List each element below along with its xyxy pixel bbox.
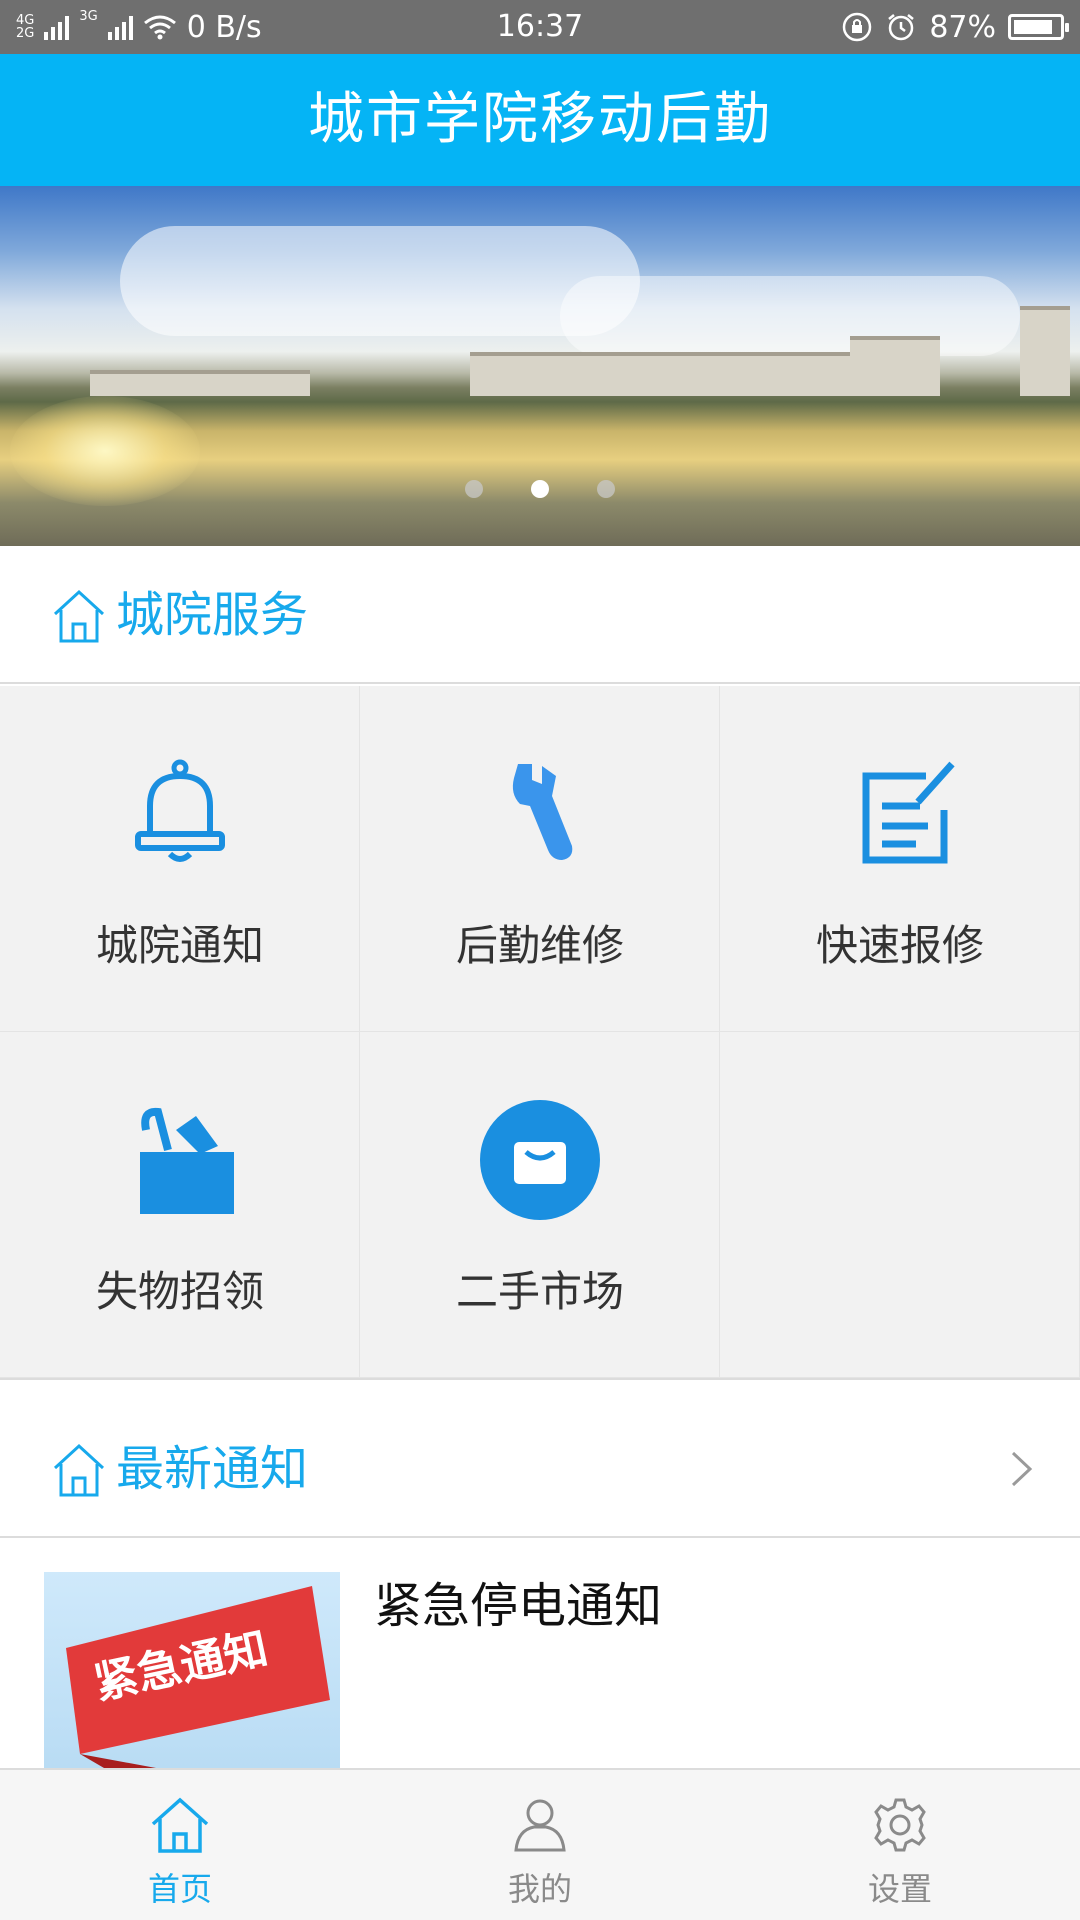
alarm-icon [888,14,915,41]
service-label: 后勤维修 [455,921,624,970]
home-icon [151,1797,209,1853]
service-notice[interactable]: 城院通知 [0,686,360,1032]
service-quick-repair[interactable]: 快速报修 [720,686,1080,1032]
notice-item[interactable]: 紧急通知 紧急停电通知 [0,1538,1080,1768]
service-label: 失物招领 [95,1267,264,1316]
tab-settings[interactable]: 设置 [720,1770,1080,1920]
notices-section-title: 最新通知 [116,1441,309,1497]
carousel-dot-active[interactable] [531,480,549,498]
service-label: 二手市场 [455,1267,624,1316]
lost-found-box-icon [140,1107,234,1214]
service-empty-slot [720,1032,1080,1378]
service-label: 城院通知 [95,921,264,970]
battery-icon [1008,14,1069,40]
carousel-indicator [0,480,1080,500]
carousel-dot[interactable] [465,480,483,498]
rotation-lock-icon [843,12,872,42]
services-section-header: 城院服务 [0,546,1080,684]
services-section-title: 城院服务 [116,587,309,643]
tab-label: 设置 [867,1870,932,1908]
notice-title: 紧急停电通知 [374,1578,663,1634]
tab-mine[interactable]: 我的 [360,1770,720,1920]
tab-home[interactable]: 首页 [0,1770,360,1920]
service-label: 快速报修 [815,921,984,970]
edit-note-icon [862,761,955,864]
home-outline-icon [53,589,105,643]
service-repair[interactable]: 后勤维修 [360,686,720,1032]
carousel-dot[interactable] [597,480,615,498]
gear-icon [874,1798,926,1852]
banner-campus-buildings [90,306,1080,396]
service-lost-found[interactable]: 失物招领 [0,1032,360,1378]
chevron-right-icon[interactable] [1010,1450,1034,1488]
tab-label: 我的 [507,1870,572,1908]
user-icon [514,1799,566,1852]
service-second-hand[interactable]: 二手市场 [360,1032,720,1378]
services-grid: 城院通知 后勤维修 快速报修 失物招领 二手市场 [0,686,1080,1380]
notices-section-header[interactable]: 最新通知 [0,1400,1080,1538]
bell-icon [135,759,225,862]
bottom-tab-bar: 首页 我的 设置 [0,1768,1080,1920]
status-bar: 4G 2G 3G 0 B/s 16:37 87% [0,0,1080,54]
shopping-bag-icon [480,1100,600,1220]
battery-percent: 87% [929,9,996,45]
wrench-icon [512,764,573,860]
app-title: 城市学院移动后勤 [0,54,1080,186]
notice-thumbnail: 紧急通知 [44,1572,340,1768]
tab-label: 首页 [147,1870,212,1908]
status-right: 87% [841,0,1069,54]
home-outline-icon [53,1443,105,1497]
